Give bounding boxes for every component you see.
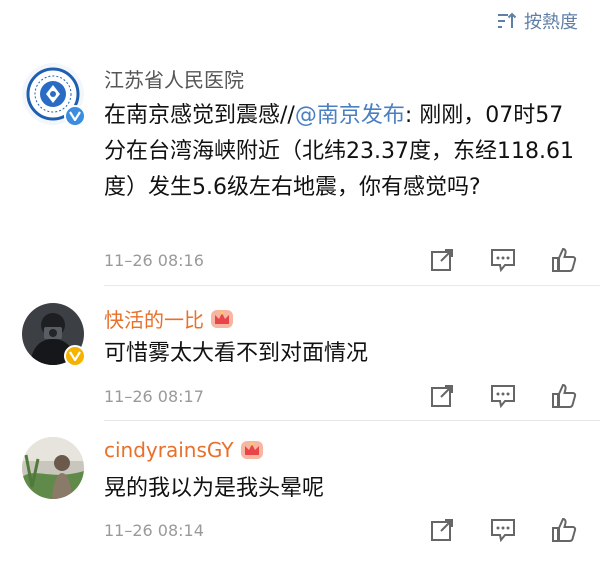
divider — [104, 285, 600, 286]
comment-username[interactable]: 快活的一比 — [104, 304, 234, 333]
crown-icon — [240, 441, 263, 459]
repost-icon[interactable] — [428, 516, 456, 544]
comment-icon[interactable] — [489, 382, 517, 410]
like-icon[interactable] — [550, 382, 578, 410]
avatar[interactable] — [22, 63, 86, 127]
like-icon[interactable] — [550, 516, 578, 544]
mention-link[interactable]: @南京发布 — [295, 103, 405, 128]
avatar[interactable] — [22, 303, 86, 367]
repost-icon[interactable] — [428, 246, 456, 274]
verified-badge-icon — [64, 345, 86, 367]
comment-meta: 11–26 08:14 — [104, 516, 578, 544]
like-icon[interactable] — [550, 246, 578, 274]
avatar[interactable] — [22, 437, 84, 499]
sort-label: 按熱度 — [524, 12, 578, 33]
comment-timestamp: 11–26 08:16 — [104, 250, 204, 270]
repost-icon[interactable] — [428, 382, 456, 410]
crown-icon — [211, 309, 233, 328]
comment-text: 可惜雾太大看不到对面情况 — [104, 341, 369, 366]
sort-icon — [496, 11, 518, 31]
user-photo-icon — [22, 437, 84, 499]
comment-timestamp: 11–26 08:17 — [104, 386, 204, 406]
comment-timestamp: 11–26 08:14 — [104, 520, 204, 540]
verified-badge-icon — [64, 105, 86, 127]
comment-text: 在南京感觉到震感//@南京发布: 刚刚，07时57分在台湾海峡附近（北纬23.3… — [104, 103, 574, 200]
divider — [104, 420, 600, 421]
comment-meta: 11–26 08:17 — [104, 382, 578, 410]
comment-icon[interactable] — [489, 246, 517, 274]
comment-icon[interactable] — [489, 516, 517, 544]
comment-text: 晃的我以为是我头晕呢 — [104, 476, 325, 501]
comment-username[interactable]: 江苏省人民医院 — [104, 64, 244, 93]
comment-username[interactable]: cindyrainsGY — [104, 438, 264, 462]
sort-by-popularity-button[interactable]: 按熱度 — [496, 8, 578, 34]
comment-meta: 11–26 08:16 — [104, 246, 578, 274]
